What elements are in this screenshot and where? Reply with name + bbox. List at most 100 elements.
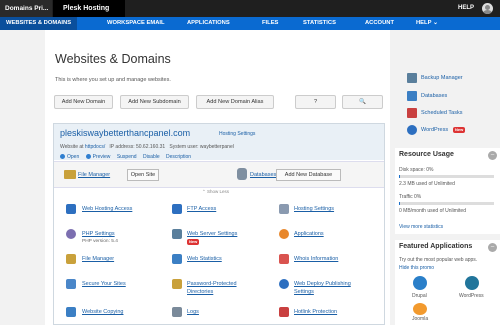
suspend-link[interactable]: Suspend [117,154,137,160]
search-icon[interactable]: 🔍 [342,95,383,109]
joomla-icon[interactable] [413,303,427,315]
nav-workspace-email[interactable]: WORKSPACE EMAIL [107,17,165,30]
wordpress-icon [407,125,417,135]
whois-information-link[interactable]: Whois Information [294,256,338,262]
traffic-usage-bar [399,202,494,205]
show-less-toggle[interactable]: ⌃ Show Less [202,189,229,195]
user-avatar-icon[interactable] [482,3,493,14]
backup-icon [407,73,417,83]
nav-account[interactable]: ACCOUNT [365,17,394,30]
traffic-detail: 0 MB/month used of Unlimited [399,208,466,214]
drupal-label[interactable]: Drupal [412,293,427,299]
disk-usage-bar [399,175,494,178]
chevron-down-icon: ⌄ [432,20,438,26]
collapse-icon[interactable]: – [488,151,497,160]
web-statistics-link[interactable]: Web Statistics [187,256,222,262]
hotlink-protection-link[interactable]: Hotlink Protection [294,309,337,315]
tab-plesk-hosting[interactable]: Plesk Hosting [53,0,125,17]
help-icon[interactable]: ? [295,95,336,109]
web-deploy-settings-link[interactable]: Web Deploy Publishing [294,281,351,287]
traffic-label: Traffic 0% [399,194,422,200]
hosting-settings-grid-link[interactable]: Hosting Settings [294,206,334,212]
whois-icon [279,254,289,264]
website-copying-link[interactable]: Website Copying [82,309,123,315]
domain-meta: Website at httpdocs/ IP address: 50.62.1… [60,144,234,150]
featured-applications-panel: Featured Applications – Try out the most… [395,240,500,325]
help-link[interactable]: HELP [458,0,474,17]
httpdocs-link[interactable]: httpdocs/ [85,144,105,150]
shield-icon [66,279,76,289]
new-badge: New [453,127,466,133]
nav-applications[interactable]: APPLICATIONS [187,17,230,30]
nav-files[interactable]: FILES [262,17,278,30]
tab-domains-private[interactable]: Domains Pri... [0,0,52,17]
description-link[interactable]: Description [166,154,191,160]
scheduled-tasks-link[interactable]: Scheduled Tasks [421,110,462,116]
wordpress-icon[interactable] [465,276,479,290]
open-site-button[interactable]: Open Site [127,169,159,181]
resource-usage-title: Resource Usage [399,151,454,158]
resource-usage-panel: Resource Usage – Disk space: 0% 2.3 MB u… [395,148,500,234]
applications-icon [279,229,289,239]
databases-sidebar-link[interactable]: Databases [421,93,447,99]
hotlink-icon [279,307,289,317]
nav-websites-domains[interactable]: WEBSITES & DOMAINS [0,17,78,30]
joomla-label[interactable]: Joomla [412,316,428,322]
database-icon [237,168,247,180]
traffic-usage-fill [399,202,400,205]
lock-folder-icon [172,279,182,289]
featured-description: Try out the most popular web apps. [399,257,478,263]
globe-icon [66,204,76,214]
password-protected-directories-link-2[interactable]: Directories [187,289,213,295]
logs-icon [172,307,182,317]
open-link[interactable]: Open [60,154,79,160]
web-hosting-access-link[interactable]: Web Hosting Access [82,206,132,212]
web-server-settings-link[interactable]: Web Server Settings [187,231,237,237]
logs-link[interactable]: Logs [187,309,199,315]
view-more-statistics-link[interactable]: View more statistics [399,224,443,230]
page-title: Websites & Domains [55,52,171,66]
file-manager-grid-link[interactable]: File Manager [82,256,114,262]
disk-usage-fill [399,175,400,178]
domain-actions: Open Preview Suspend Disable Description [60,154,196,160]
database-icon [407,91,417,101]
add-domain-button[interactable]: Add New Domain [54,95,113,109]
file-manager-link[interactable]: File Manager [78,172,110,178]
php-settings-link[interactable]: PHP Settings [82,231,115,237]
globe-icon [60,154,65,159]
web-deploy-settings-link-2[interactable]: Settings [294,289,314,295]
databases-link[interactable]: Databases [250,172,276,178]
nav-statistics[interactable]: STATISTICS [303,17,336,30]
preview-icon [85,154,91,159]
web-deploy-icon [279,279,289,289]
ftp-access-link[interactable]: FTP Access [187,206,216,212]
preview-link[interactable]: Preview [85,154,110,160]
chart-icon [172,254,182,264]
add-domain-alias-button[interactable]: Add New Domain Alias [196,95,274,109]
collapse-icon[interactable]: – [488,243,497,252]
php-icon [66,229,76,239]
backup-manager-link[interactable]: Backup Manager [421,75,463,81]
main-content: Websites & Domains This is where you set… [45,30,390,325]
nav-help[interactable]: HELP ⌄ [416,17,438,30]
disable-link[interactable]: Disable [143,154,160,160]
add-database-button[interactable]: Add New Database [276,169,341,181]
new-badge: New [187,239,200,245]
domain-header: pleskiswaybetterthancpanel.com Hosting S… [54,124,384,160]
secure-your-sites-link[interactable]: Secure Your Sites [82,281,126,287]
hosting-settings-link[interactable]: Hosting Settings [219,131,255,137]
php-version: PHP version: 5.4 [82,239,118,244]
wordpress-link[interactable]: WordPress [421,127,448,133]
hide-promo-link[interactable]: Hide this promo [399,265,434,271]
domain-card: pleskiswaybetterthancpanel.com Hosting S… [53,123,385,325]
wordpress-app-label[interactable]: WordPress [459,293,484,299]
hosting-settings-icon [279,204,289,214]
domain-name-link[interactable]: pleskiswaybetterthancpanel.com [60,128,190,138]
copy-icon [66,307,76,317]
applications-grid-link[interactable]: Applications [294,231,324,237]
server-settings-icon [172,229,182,239]
calendar-icon [407,108,417,118]
add-subdomain-button[interactable]: Add New Subdomain [120,95,189,109]
drupal-icon[interactable] [413,276,427,290]
password-protected-directories-link[interactable]: Password-Protected [187,281,237,287]
